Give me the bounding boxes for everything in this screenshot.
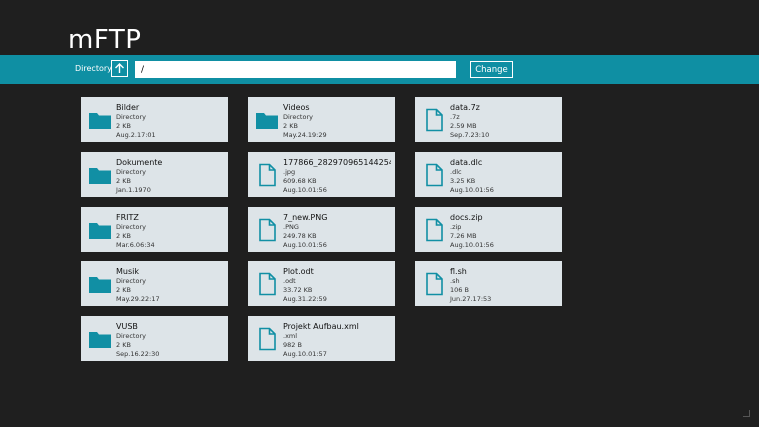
file-size: 609.68 KB	[283, 177, 317, 185]
file-type: .xml	[283, 332, 298, 340]
file-size: 106 B	[450, 286, 469, 294]
go-up-button[interactable]	[111, 60, 128, 77]
file-date: Aug.10.01:56	[283, 186, 327, 194]
file-type: Directory	[116, 332, 146, 340]
file-tile[interactable]: data.7z .7z 2.59 MB Sep.7.23:10	[415, 97, 562, 142]
file-date: Aug.10.01:56	[450, 241, 494, 249]
file-size: 2 KB	[116, 177, 131, 185]
file-tile[interactable]: Musik Directory 2 KB May.29.22:17	[81, 261, 228, 306]
file-tile[interactable]: FRITZ Directory 2 KB Mar.6.06:34	[81, 207, 228, 252]
file-tile[interactable]: Dokumente Directory 2 KB Jan.1.1970	[81, 152, 228, 197]
file-name: VUSB	[116, 322, 138, 331]
file-size: 2 KB	[283, 122, 298, 130]
file-tile[interactable]: docs.zip .zip 7.26 MB Aug.10.01:56	[415, 207, 562, 252]
file-icon	[422, 108, 446, 132]
file-icon	[255, 163, 279, 187]
file-date: Aug.10.01:56	[450, 186, 494, 194]
directory-bar: Directory Change	[0, 55, 759, 84]
file-size: 2 KB	[116, 232, 131, 240]
file-icon	[422, 218, 446, 242]
folder-icon	[255, 108, 279, 132]
file-type: .zip	[450, 223, 462, 231]
file-tile[interactable]: 7_new.PNG .PNG 249.78 KB Aug.10.01:56	[248, 207, 395, 252]
app-title: mFTP	[68, 25, 142, 55]
file-date: Mar.6.06:34	[116, 241, 155, 249]
path-input[interactable]	[135, 61, 456, 78]
file-date: Sep.16.22:30	[116, 350, 160, 358]
file-icon	[422, 163, 446, 187]
file-type: Directory	[283, 113, 313, 121]
file-date: Aug.31.22:59	[283, 295, 327, 303]
file-icon	[255, 327, 279, 351]
file-date: Aug.2.17:01	[116, 131, 156, 139]
file-size: 2 KB	[116, 341, 131, 349]
file-name: Projekt Aufbau.xml	[283, 322, 359, 331]
folder-icon	[88, 327, 112, 351]
file-date: Aug.10.01:57	[283, 350, 327, 358]
file-name: FRITZ	[116, 213, 139, 222]
file-name: docs.zip	[450, 213, 483, 222]
file-type: .dlc	[450, 168, 462, 176]
file-type: Directory	[116, 223, 146, 231]
file-type: .sh	[450, 277, 460, 285]
file-type: Directory	[116, 168, 146, 176]
file-date: Jan.1.1970	[116, 186, 151, 194]
directory-label: Directory	[75, 64, 112, 73]
file-name: data.7z	[450, 103, 480, 112]
file-name: fl.sh	[450, 267, 467, 276]
file-date: Jun.27.17:53	[450, 295, 492, 303]
file-tile[interactable]: Projekt Aufbau.xml .xml 982 B Aug.10.01:57	[248, 316, 395, 361]
file-name: Plot.odt	[283, 267, 314, 276]
file-name: Bilder	[116, 103, 140, 112]
file-name: 7_new.PNG	[283, 213, 328, 222]
file-type: Directory	[116, 113, 146, 121]
change-button[interactable]: Change	[470, 61, 513, 78]
file-date: May.29.22:17	[116, 295, 160, 303]
file-size: 3.25 KB	[450, 177, 476, 185]
file-date: May.24.19:29	[283, 131, 327, 139]
file-type: .7z	[450, 113, 460, 121]
file-name: Videos	[283, 103, 310, 112]
file-size: 2 KB	[116, 286, 131, 294]
file-size: 2 KB	[116, 122, 131, 130]
file-tile[interactable]: 177866_282970965144254_5....jpg609.68 KB…	[248, 152, 395, 197]
file-date: Sep.7.23:10	[450, 131, 490, 139]
file-type: .jpg	[283, 168, 296, 176]
file-icon	[255, 218, 279, 242]
file-name: Dokumente	[116, 158, 163, 167]
arrow-up-icon	[115, 63, 124, 73]
file-name: 177866_282970965144254_5...	[283, 158, 391, 167]
file-type: Directory	[116, 277, 146, 285]
resize-grip	[743, 410, 750, 417]
file-tile[interactable]: data.dlc .dlc 3.25 KB Aug.10.01:56	[415, 152, 562, 197]
file-tile[interactable]: Bilder Directory 2 KB Aug.2.17:01	[81, 97, 228, 142]
file-tile[interactable]: VUSB Directory 2 KB Sep.16.22:30	[81, 316, 228, 361]
file-size: 33.72 KB	[283, 286, 313, 294]
file-tile[interactable]: Videos Directory 2 KB May.24.19:29	[248, 97, 395, 142]
file-name: Musik	[116, 267, 139, 276]
folder-icon	[88, 108, 112, 132]
file-tile[interactable]: Plot.odt .odt 33.72 KB Aug.31.22:59	[248, 261, 395, 306]
folder-icon	[88, 272, 112, 296]
folder-icon	[88, 218, 112, 242]
file-tile[interactable]: fl.sh .sh 106 B Jun.27.17:53	[415, 261, 562, 306]
file-type: .PNG	[283, 223, 299, 231]
file-type: .odt	[283, 277, 296, 285]
folder-icon	[88, 163, 112, 187]
file-icon	[422, 272, 446, 296]
file-date: Aug.10.01:56	[283, 241, 327, 249]
file-name: data.dlc	[450, 158, 483, 167]
file-icon	[255, 272, 279, 296]
file-size: 2.59 MB	[450, 122, 477, 130]
file-size: 982 B	[283, 341, 302, 349]
file-size: 249.78 KB	[283, 232, 317, 240]
file-size: 7.26 MB	[450, 232, 477, 240]
